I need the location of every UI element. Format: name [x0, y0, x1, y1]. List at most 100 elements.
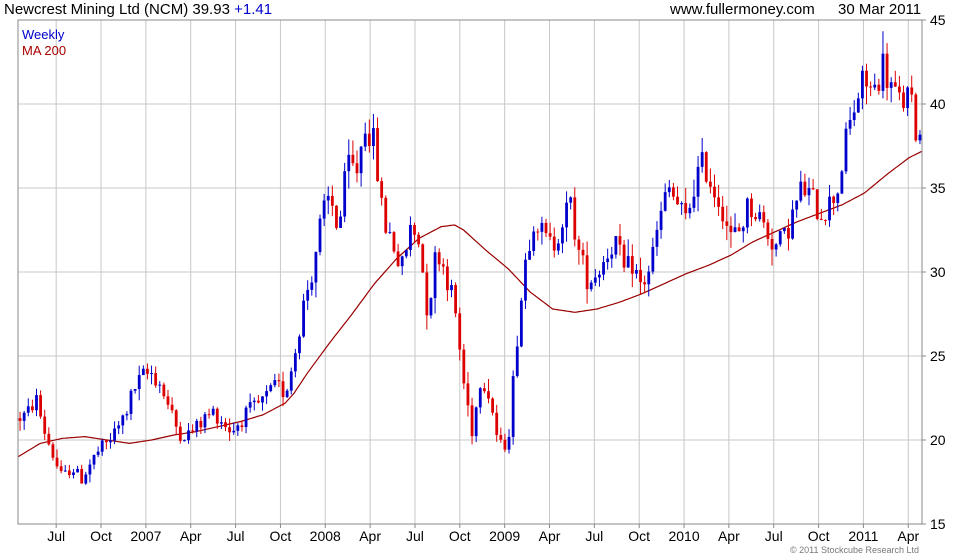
- candle-body: [815, 189, 819, 219]
- x-tick-label: 2008: [310, 528, 341, 544]
- candle-body: [285, 390, 289, 398]
- candle-body: [692, 196, 696, 208]
- candle-body: [310, 282, 314, 290]
- candle-body: [281, 381, 285, 398]
- candle-body: [236, 425, 240, 431]
- candle-body: [725, 221, 729, 226]
- candle-body: [104, 440, 108, 443]
- candle-body: [195, 420, 199, 432]
- candle-body: [848, 120, 852, 129]
- candle-body: [166, 396, 170, 405]
- candle-body: [100, 440, 104, 452]
- candle-body: [220, 422, 223, 424]
- candle-body: [178, 426, 182, 441]
- candle-body: [643, 282, 647, 285]
- candle-body: [873, 84, 877, 88]
- candle-body: [289, 371, 293, 391]
- y-tick-label: 25: [930, 348, 946, 364]
- candle-body: [113, 428, 116, 441]
- candle-body: [314, 252, 318, 283]
- candle-body: [515, 346, 519, 377]
- candle-body: [429, 298, 433, 316]
- candle-body: [737, 227, 741, 232]
- candle-body: [404, 249, 408, 257]
- candle-body: [88, 464, 92, 475]
- candle-body: [836, 193, 840, 203]
- candle-body: [869, 86, 873, 88]
- x-tick-label: Oct: [628, 528, 650, 544]
- candle-body: [741, 227, 745, 232]
- candle-body: [335, 205, 338, 228]
- candle-body: [154, 373, 158, 386]
- candle-body: [807, 188, 811, 196]
- candle-body: [150, 373, 153, 375]
- candle-body: [39, 395, 42, 417]
- candle-body: [832, 196, 836, 203]
- candle-body: [396, 251, 400, 267]
- candle-body: [581, 249, 585, 256]
- candle-body: [906, 87, 910, 108]
- candle-body: [109, 440, 112, 443]
- candle-body: [639, 269, 642, 283]
- candle-body: [437, 252, 441, 265]
- candle-body: [277, 380, 281, 382]
- candle-body: [865, 70, 868, 87]
- candle-body: [76, 468, 79, 473]
- x-tick-label: Jul: [406, 528, 424, 544]
- candle-body: [433, 252, 437, 299]
- x-tick-label: Apr: [897, 528, 919, 544]
- candle-body: [318, 218, 322, 253]
- x-tick-label: Apr: [180, 528, 202, 544]
- candle-body: [26, 406, 30, 413]
- candle-body: [507, 436, 511, 450]
- y-tick-label: 30: [930, 264, 946, 280]
- candle-body: [322, 200, 326, 219]
- candle-body: [791, 209, 794, 239]
- candle-body: [363, 133, 367, 147]
- x-tick-label: 2009: [489, 528, 520, 544]
- candle-body: [729, 225, 733, 233]
- candle-body: [302, 300, 305, 337]
- candle-body: [351, 154, 355, 164]
- x-axis: Jul Oct 2007 Apr Jul Oct 2008 Apr Jul Oct 2009 Apr J…: [47, 524, 920, 544]
- candle-body: [162, 384, 166, 397]
- y-tick-label: 45: [930, 12, 946, 28]
- candle-body: [630, 256, 634, 274]
- candle-body: [889, 82, 893, 88]
- candle-body: [191, 430, 195, 432]
- candle-body: [18, 418, 22, 421]
- candle-body: [421, 244, 425, 273]
- candle-body: [84, 474, 88, 484]
- candle-body: [326, 195, 330, 201]
- x-tick-label: Jul: [47, 528, 65, 544]
- candle-body: [298, 336, 301, 354]
- candle-body: [717, 197, 720, 207]
- candle-body: [487, 391, 490, 399]
- candle-body: [367, 133, 371, 147]
- x-tick-label: 2011: [848, 528, 878, 544]
- y-tick-label: 20: [930, 432, 946, 448]
- candle-body: [43, 416, 47, 434]
- candle-body: [199, 420, 203, 428]
- ma-200-path: [17, 150, 923, 458]
- ma-200-line: [17, 150, 923, 458]
- candle-body: [215, 408, 219, 424]
- candle-body: [819, 218, 823, 221]
- candle-body: [22, 412, 26, 421]
- candle-body: [125, 413, 129, 416]
- candle-body: [35, 395, 38, 411]
- candle-body: [232, 430, 236, 433]
- candle-body: [482, 388, 486, 392]
- candle-body: [474, 407, 478, 437]
- candle-body: [425, 272, 429, 316]
- candle-body: [343, 171, 347, 217]
- candle-body: [495, 412, 499, 436]
- price-chart: 15 20 25 30 35 40 45 Jul Oct 2007 Apr Jul Oct 2008 Ap…: [17, 12, 946, 544]
- candle-body: [902, 92, 905, 108]
- candle-body: [618, 236, 622, 245]
- candle-body: [569, 197, 573, 203]
- candle-body: [795, 200, 799, 210]
- candle-body: [606, 258, 610, 263]
- candle-body: [700, 152, 704, 167]
- candle-body: [92, 454, 96, 465]
